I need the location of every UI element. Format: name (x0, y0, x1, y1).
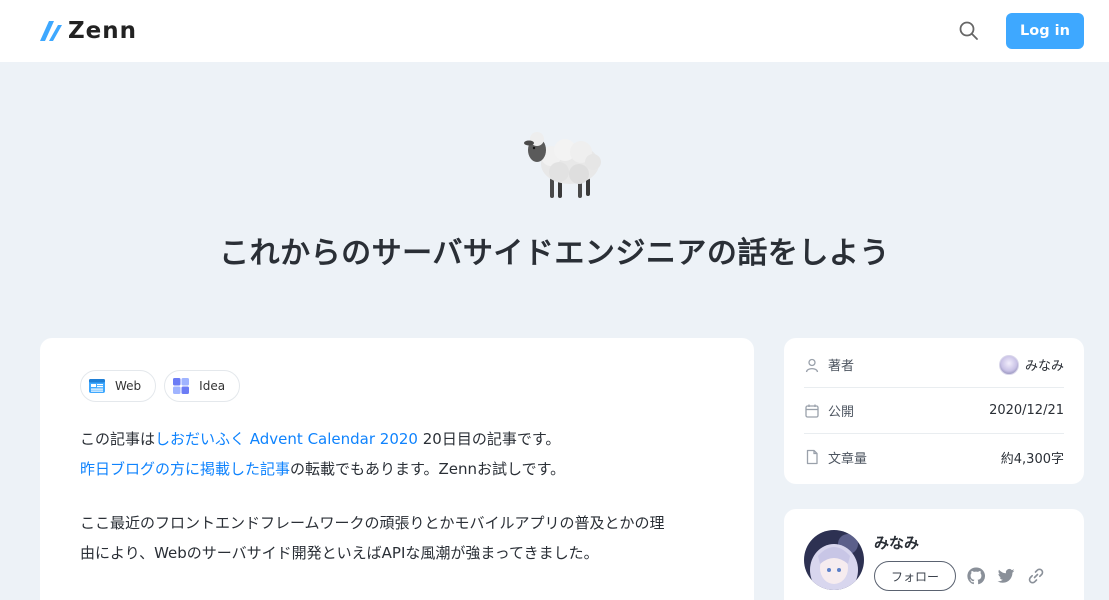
sheep-emoji-icon (524, 132, 601, 198)
info-row-author: 著者 みなみ (804, 342, 1064, 388)
header-actions: Log in (958, 13, 1084, 49)
intro-suffix: の転載でもあります。Zennお試しです。 (290, 460, 566, 478)
link-icon[interactable] (1026, 566, 1046, 586)
published-date: 2020/12/21 (989, 403, 1064, 418)
site-header: Zenn Log in (0, 0, 1109, 62)
avatar (998, 354, 1019, 375)
paragraph-2-line-1: ここ最近のフロントエンドフレームワークの頑張りとかモバイルアプリの普及とかの理 (80, 514, 665, 532)
info-row-published: 公開 2020/12/21 (804, 388, 1064, 434)
follow-button[interactable]: フォロー (874, 561, 956, 591)
zenn-logo-mark-icon (40, 21, 62, 41)
author-value: みなみ (1024, 359, 1064, 374)
article-body: この記事はしおだいふく Advent Calendar 2020 20日目の記事… (80, 424, 714, 568)
logo-text: Zenn (68, 18, 138, 44)
topic-list: Web Idea (80, 370, 714, 402)
author-card: みなみ フォロー (784, 509, 1084, 600)
published-label: 公開 (828, 405, 855, 420)
search-icon[interactable] (958, 20, 980, 42)
author-social-links (966, 566, 1046, 586)
paragraph-intro: この記事はしおだいふく Advent Calendar 2020 20日目の記事… (80, 424, 714, 484)
twitter-icon[interactable] (996, 566, 1016, 586)
topic-chip-idea[interactable]: Idea (164, 370, 241, 402)
login-button[interactable]: Log in (1006, 13, 1084, 49)
article-card: Web Idea この記事はしおだいふく Advent Calendar 202… (40, 338, 754, 600)
topic-label-web: Web (115, 379, 142, 393)
idea-icon (171, 376, 191, 396)
author-link[interactable]: みなみ (998, 354, 1064, 375)
paragraph-2: ここ最近のフロントエンドフレームワークの頑張りとかモバイルアプリの普及とかの理 … (80, 508, 714, 568)
document-icon (806, 449, 818, 465)
github-icon[interactable] (966, 566, 986, 586)
web-icon (87, 376, 107, 396)
author-avatar[interactable] (804, 530, 864, 590)
topic-label-idea: Idea (199, 379, 226, 393)
length-value: 約4,300字 (1000, 451, 1064, 467)
calendar-icon (805, 404, 819, 418)
topic-chip-web[interactable]: Web (80, 370, 157, 402)
advent-calendar-link[interactable]: しおだいふく Advent Calendar 2020 (155, 430, 418, 448)
person-icon (805, 358, 819, 372)
paragraph-2-line-2: 由により、Webのサーバサイド開発といえばAPIな風潮が強まってきました。 (80, 544, 599, 562)
author-label: 著者 (828, 359, 855, 374)
intro-middle: 20日目の記事です。 (417, 430, 561, 448)
article-info-card: 著者 みなみ 公開 2020/12/21 文章量 約4,300字 (784, 338, 1084, 484)
author-name[interactable]: みなみ (874, 532, 919, 553)
intro-prefix: この記事は (80, 430, 156, 448)
article-title: これからのサーバサイドエンジニアの話をしよう (219, 236, 890, 271)
length-label: 文章量 (828, 451, 868, 467)
blog-article-link[interactable]: 昨日ブログの方に掲載した記事 (80, 460, 290, 478)
zenn-logo[interactable]: Zenn (40, 18, 137, 44)
info-row-length: 文章量 約4,300字 (804, 434, 1064, 480)
